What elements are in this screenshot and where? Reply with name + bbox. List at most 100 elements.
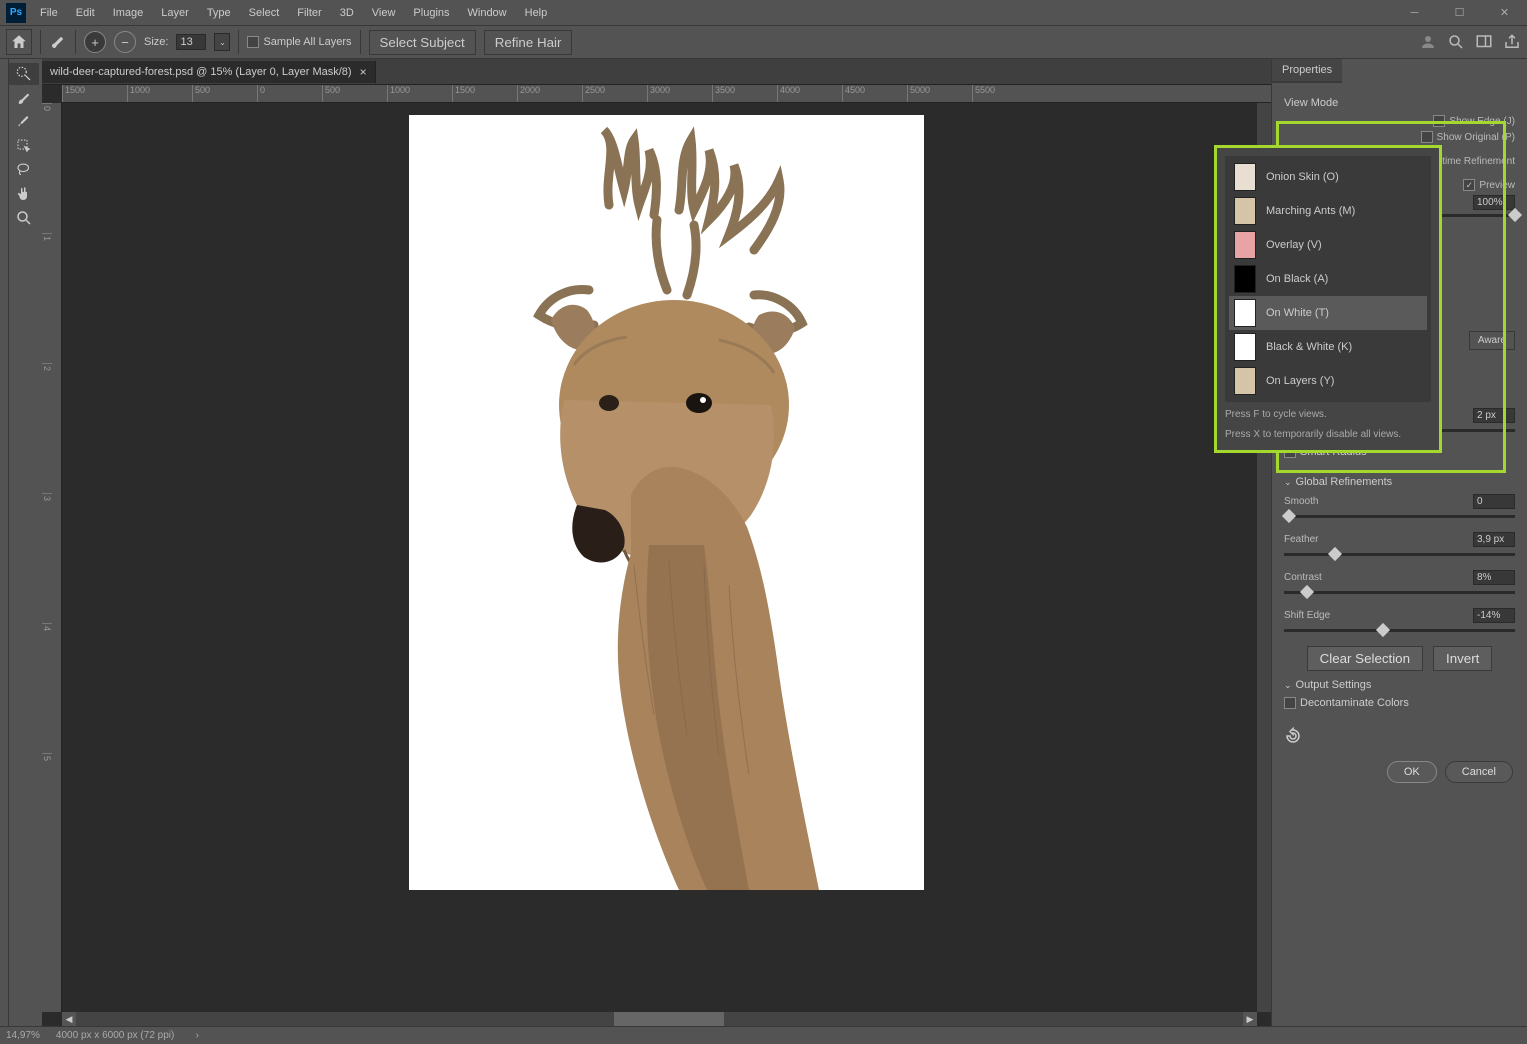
menu-view[interactable]: View [364,4,404,22]
workspace-icon[interactable] [1475,33,1493,51]
feather-slider[interactable] [1284,553,1515,556]
view-option-label: On White (T) [1266,307,1329,319]
contrast-value[interactable]: 8% [1473,570,1515,585]
shift-edge-slider[interactable] [1284,629,1515,632]
contrast-slider[interactable] [1284,591,1515,594]
refine-edge-brush-tool[interactable] [9,87,39,109]
scroll-left-arrow[interactable]: ◀ [62,1012,76,1026]
radius-value[interactable]: 2 px [1473,408,1515,423]
menu-type[interactable]: Type [199,4,239,22]
size-dropdown[interactable]: ⌄ [214,33,230,51]
document-area: wild-deer-captured-forest.psd @ 15% (Lay… [42,59,1271,1026]
brush-tool[interactable] [9,111,39,133]
horizontal-scrollbar[interactable]: ◀ ▶ [62,1012,1257,1026]
menu-window[interactable]: Window [460,4,515,22]
menu-help[interactable]: Help [517,4,556,22]
view-option-label: On Black (A) [1266,273,1328,285]
view-thumb-icon [1234,163,1256,191]
document-tabs: wild-deer-captured-forest.psd @ 15% (Lay… [42,59,1271,85]
view-thumb-icon [1234,231,1256,259]
feather-value[interactable]: 3,9 px [1473,532,1515,547]
lasso-tool[interactable] [9,159,39,181]
view-mode-option[interactable]: Overlay (V) [1229,228,1427,262]
reset-icon[interactable] [1284,727,1302,745]
popup-hint-2: Press X to temporarily disable all views… [1225,428,1431,442]
view-mode-option[interactable]: Onion Skin (O) [1229,160,1427,194]
scroll-thumb[interactable] [614,1012,724,1026]
object-aware-button[interactable]: Aware [1469,331,1515,350]
shift-edge-label: Shift Edge [1284,610,1330,621]
view-mode-option[interactable]: On Layers (Y) [1229,364,1427,398]
options-bar: + − Size: ⌄ Sample All Layers Select Sub… [0,25,1527,59]
share-icon[interactable] [1503,33,1521,51]
app-logo: Ps [6,3,26,23]
preview-checkbox[interactable]: Preview [1463,179,1515,191]
view-mode-option[interactable]: On Black (A) [1229,262,1427,296]
menu-file[interactable]: File [32,4,66,22]
view-option-label: Onion Skin (O) [1266,171,1339,183]
menu-3d[interactable]: 3D [332,4,362,22]
menu-layer[interactable]: Layer [153,4,197,22]
smooth-slider[interactable] [1284,515,1515,518]
menu-plugins[interactable]: Plugins [405,4,457,22]
collapsed-panel-strip[interactable] [0,59,9,1026]
menu-edit[interactable]: Edit [68,4,103,22]
menu-select[interactable]: Select [241,4,288,22]
document-tab[interactable]: wild-deer-captured-forest.psd @ 15% (Lay… [42,61,376,83]
user-icon[interactable] [1419,33,1437,51]
view-mode-option[interactable]: Marching Ants (M) [1229,194,1427,228]
view-mode-option[interactable]: Black & White (K) [1229,330,1427,364]
close-button[interactable]: ✕ [1482,0,1527,25]
title-bar: Ps FileEditImageLayerTypeSelectFilter3DV… [0,0,1527,25]
view-mode-popup: Onion Skin (O) Marching Ants (M)Overlay (… [1214,145,1442,453]
quick-selection-tool[interactable] [9,63,39,85]
refine-hair-button[interactable]: Refine Hair [484,30,573,55]
brush-icon[interactable] [49,33,67,51]
size-label: Size: [144,36,168,48]
view-mode-list: Onion Skin (O) Marching Ants (M)Overlay (… [1225,156,1431,402]
ok-button[interactable]: OK [1387,761,1437,783]
home-icon[interactable] [6,29,32,55]
properties-tab[interactable]: Properties [1272,59,1342,83]
scroll-right-arrow[interactable]: ▶ [1243,1012,1257,1026]
zoom-tool[interactable] [9,207,39,229]
clear-selection-button[interactable]: Clear Selection [1307,646,1423,671]
subtract-from-selection-button[interactable]: − [114,31,136,53]
document-dimensions: 4000 px x 6000 px (72 ppi) [56,1030,174,1041]
object-aware-label: Aware [1478,335,1506,346]
select-subject-button[interactable]: Select Subject [369,30,476,55]
menu-filter[interactable]: Filter [289,4,329,22]
status-bar: 14,97% 4000 px x 6000 px (72 ppi) › [0,1026,1527,1044]
object-selection-tool[interactable] [9,135,39,157]
view-mode-section: View Mode [1284,97,1515,109]
view-mode-option[interactable]: On White (T) [1229,296,1427,330]
maximize-button[interactable]: ☐ [1437,0,1482,25]
decontaminate-checkbox[interactable]: Decontaminate Colors [1284,697,1515,709]
tab-close-button[interactable]: × [360,65,367,79]
size-input[interactable] [176,34,206,50]
divider [360,30,361,54]
output-settings-section[interactable]: ⌄Output Settings [1284,679,1515,691]
feather-label: Feather [1284,534,1318,545]
smooth-label: Smooth [1284,496,1318,507]
canvas[interactable] [62,103,1271,1012]
shift-edge-value[interactable]: -14% [1473,608,1515,623]
zoom-level[interactable]: 14,97% [6,1030,40,1041]
show-edge-checkbox[interactable]: Show Edge (J) [1433,115,1515,127]
show-original-checkbox[interactable]: Show Original (P) [1421,131,1515,143]
add-to-selection-button[interactable]: + [84,31,106,53]
smooth-value[interactable]: 0 [1473,494,1515,509]
tab-title: wild-deer-captured-forest.psd @ 15% (Lay… [50,66,352,78]
minimize-button[interactable]: ─ [1392,0,1437,25]
tool-palette [9,59,42,1026]
opacity-value[interactable]: 100% [1473,195,1515,210]
sample-all-layers-checkbox[interactable]: Sample All Layers [247,36,351,48]
search-icon[interactable] [1447,33,1465,51]
cancel-button[interactable]: Cancel [1445,761,1513,783]
menu-image[interactable]: Image [105,4,152,22]
global-refinements-section[interactable]: ⌄Global Refinements [1284,476,1515,488]
decontaminate-label: Decontaminate Colors [1300,697,1409,709]
invert-button[interactable]: Invert [1433,646,1492,671]
status-arrow[interactable]: › [190,1030,204,1041]
hand-tool[interactable] [9,183,39,205]
